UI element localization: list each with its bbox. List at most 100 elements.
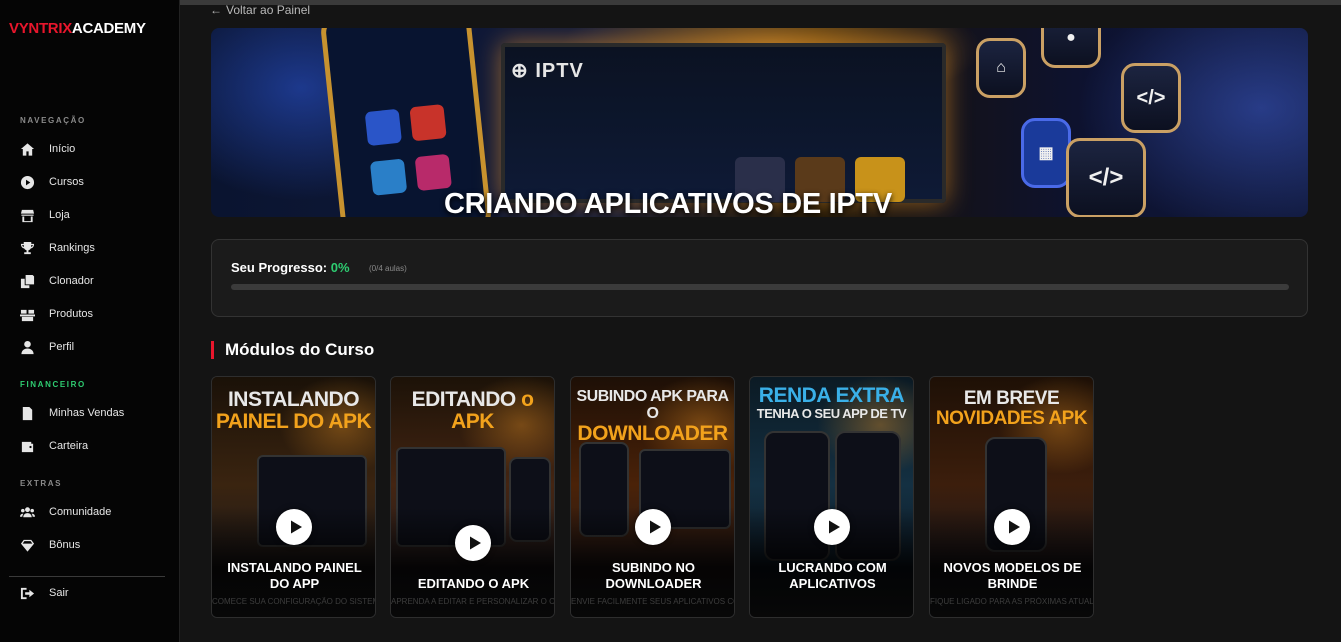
sidebar-divider	[9, 576, 165, 577]
play-button[interactable]	[814, 509, 850, 545]
play-icon	[828, 520, 840, 534]
logout-icon	[20, 587, 35, 599]
thumbnail-line-1: SUBINDO APK PARA O	[576, 388, 729, 422]
brand-logo[interactable]: VYNTRIXACADEMY	[9, 20, 146, 37]
users-icon	[20, 506, 35, 517]
module-title: INSTALANDO PAINEL DO APP	[227, 560, 362, 591]
thumbnail-line-1: RENDA EXTRA	[758, 384, 905, 407]
thumbnail-line-2: PAINEL DO APK	[215, 410, 372, 434]
sidebar-item-label: Rankings	[49, 242, 95, 254]
module-card[interactable]: EDITANDO o APK EDITANDO O APK APRENDA A …	[390, 376, 555, 618]
logo-text-red: VYNTRIX	[9, 20, 72, 37]
sidebar-item-produtos[interactable]: Produtos	[20, 304, 170, 324]
app-tile	[409, 104, 447, 142]
sidebar-item-perfil[interactable]: Perfil	[20, 337, 170, 357]
code-icon: </>	[1121, 63, 1181, 133]
module-title: LUCRANDO COM APLICATIVOS	[778, 560, 887, 591]
home-icon	[20, 142, 35, 156]
code-icon-large: </>	[1066, 138, 1146, 217]
sidebar-item-label: Loja	[49, 209, 70, 221]
wallet-icon	[21, 441, 34, 452]
play-button[interactable]	[276, 509, 312, 545]
modules-heading: Módulos do Curso	[211, 340, 375, 359]
sidebar-item-clonador[interactable]: Clonador	[20, 271, 170, 291]
progress-lessons-count: (0/4 aulas)	[369, 264, 407, 273]
heading-accent-bar	[211, 341, 214, 359]
sidebar-item-label: Início	[49, 143, 76, 155]
progress-percent: 0%	[330, 260, 350, 275]
module-title: SUBINDO NO DOWNLOADER	[605, 560, 702, 591]
module-thumbnail-title: EM BREVE NOVIDADES APK	[930, 389, 1093, 429]
sidebar-item-label: Carteira	[49, 440, 89, 452]
modules-heading-text: Módulos do Curso	[225, 340, 375, 359]
progress-card: Seu Progresso: 0% (0/4 aulas)	[211, 239, 1308, 317]
module-card[interactable]: INSTALANDO PAINEL DO APK INSTALANDO PAIN…	[211, 376, 376, 618]
play-icon	[1008, 520, 1020, 534]
play-icon	[290, 520, 302, 534]
sidebar-item-cursos[interactable]: Cursos	[20, 172, 170, 192]
course-banner: ⊕ IPTV ⌂ ● </> ▦ </> CRIANDO APLICATIVOS…	[211, 28, 1308, 217]
progress-label: Seu Progresso: 0%	[231, 260, 350, 275]
thumbnail-line-1: EM BREVE	[963, 388, 1060, 409]
thumbnail-line-2: TENHA O SEU APP DE TV	[756, 406, 907, 422]
top-border	[180, 0, 1341, 5]
copy-icon	[20, 274, 35, 288]
store-icon	[20, 209, 35, 222]
section-label-navegacao: NAVEGAÇÃO	[20, 116, 86, 125]
logout-label: Sair	[49, 587, 69, 599]
logo-text-white: ACADEMY	[71, 20, 146, 37]
play-circle-icon	[20, 175, 35, 189]
sidebar-item-minhas-vendas[interactable]: Minhas Vendas	[20, 403, 170, 423]
sidebar: VYNTRIXACADEMY NAVEGAÇÃO Início Cursos L…	[0, 0, 180, 642]
sidebar-item-label: Perfil	[49, 341, 75, 353]
thumbnail-line-1-text: EDITANDO	[411, 388, 517, 411]
play-button[interactable]	[994, 509, 1030, 545]
module-description: APRENDA A EDITAR E PERSONALIZAR O CÓDIGO	[391, 597, 555, 606]
sidebar-item-label: Cursos	[49, 176, 84, 188]
sidebar-item-label: Produtos	[49, 308, 94, 320]
sidebar-item-carteira[interactable]: Carteira	[20, 436, 170, 456]
sidebar-item-comunidade[interactable]: Comunidade	[20, 502, 170, 522]
gem-icon	[20, 539, 35, 552]
module-description: COMECE SUA CONFIGURAÇÃO DO SISTEMA	[212, 597, 376, 606]
module-thumbnail-title: INSTALANDO PAINEL DO APK	[212, 388, 375, 434]
user-icon	[21, 340, 34, 354]
play-button[interactable]	[635, 509, 671, 545]
receipt-icon	[22, 406, 33, 420]
apple-icon: ●	[1041, 28, 1101, 68]
module-card[interactable]: RENDA EXTRA TENHA O SEU APP DE TV LUCRAN…	[749, 376, 914, 618]
logout-button[interactable]: Sair	[20, 583, 170, 603]
module-title: NOVOS MODELOS DE BRINDE	[943, 560, 1082, 591]
arrow-left-icon: ←	[210, 3, 222, 17]
module-thumbnail-title: SUBINDO APK PARA O DOWNLOADER	[571, 388, 734, 445]
course-title: CRIANDO APLICATIVOS DE IPTV	[444, 188, 892, 217]
play-icon	[469, 536, 481, 550]
module-thumbnail-title: EDITANDO o APK	[391, 388, 554, 433]
back-to-panel-link[interactable]: ← Voltar ao Painel	[210, 3, 310, 17]
app-tile	[369, 158, 408, 196]
thumbnail-line-1: EDITANDO o APK	[391, 388, 554, 433]
module-card[interactable]: EM BREVE NOVIDADES APK NOVOS MODELOS DE …	[929, 376, 1094, 618]
sidebar-item-inicio[interactable]: Início	[20, 139, 170, 159]
module-description: FIQUE LIGADO PARA AS PRÓXIMAS ATUALIZAÇÕ…	[930, 597, 1094, 606]
grid-app-icon: ▦	[1021, 118, 1071, 188]
section-label-financeiro: FINANCEIRO	[20, 380, 86, 389]
banner-tv-logo: ⊕ IPTV	[511, 60, 584, 82]
thumbnail-line-1: INSTALANDO	[227, 388, 360, 411]
sidebar-item-label: Minhas Vendas	[49, 407, 125, 419]
module-card[interactable]: SUBINDO APK PARA O DOWNLOADER SUBINDO NO…	[570, 376, 735, 618]
sidebar-item-label: Comunidade	[49, 506, 112, 518]
app-tile	[414, 153, 452, 192]
thumbnail-line-2: NOVIDADES APK	[935, 407, 1088, 429]
module-title: EDITANDO O APK	[417, 576, 530, 591]
sidebar-item-label: Bônus	[49, 539, 81, 551]
sidebar-item-bonus[interactable]: Bônus	[20, 535, 170, 555]
sidebar-item-rankings[interactable]: Rankings	[20, 238, 170, 258]
play-button[interactable]	[455, 525, 491, 561]
back-link-label: Voltar ao Painel	[226, 3, 311, 17]
module-thumbnail-title: RENDA EXTRA TENHA O SEU APP DE TV	[750, 384, 913, 422]
section-label-extras: EXTRAS	[20, 479, 63, 488]
banner-tv-logo-text: IPTV	[535, 60, 584, 82]
sidebar-item-loja[interactable]: Loja	[20, 205, 170, 225]
play-icon	[649, 520, 661, 534]
